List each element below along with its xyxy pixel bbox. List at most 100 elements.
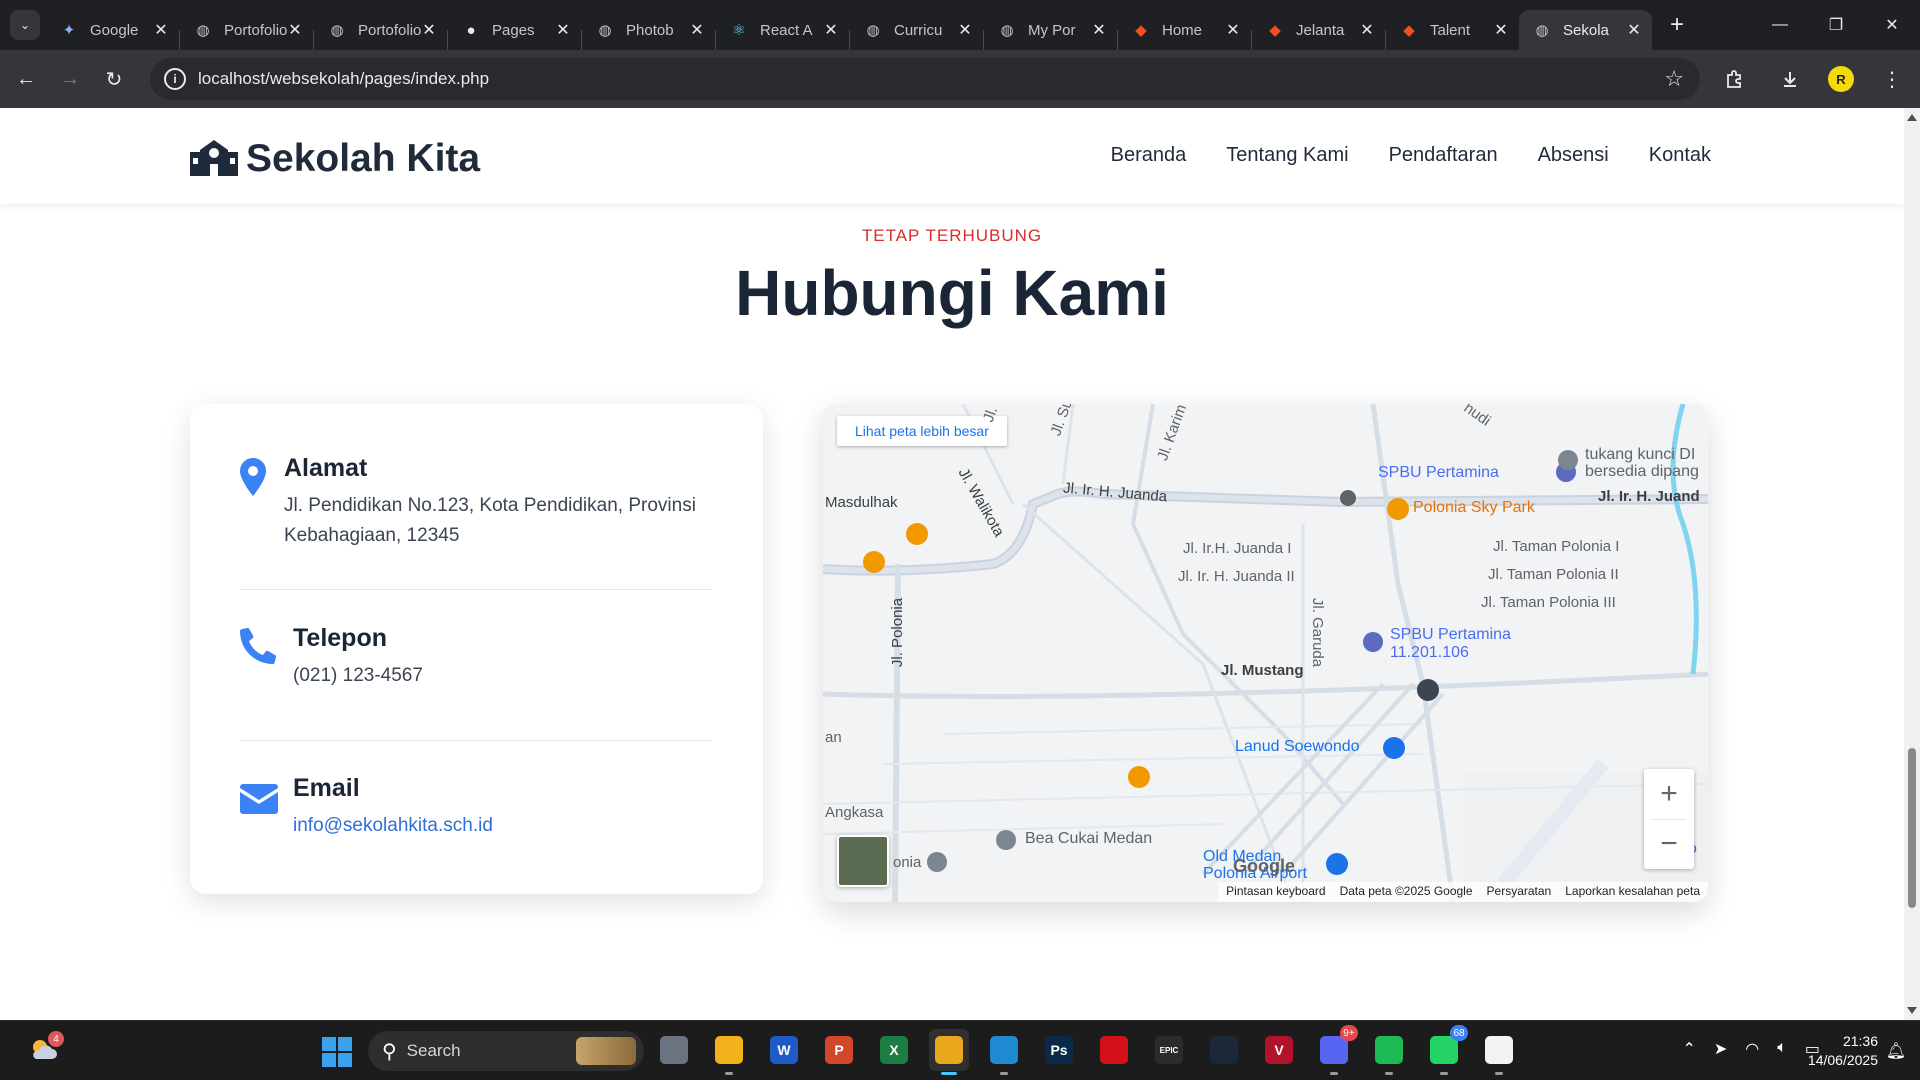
nav-link-kontak[interactable]: Kontak (1649, 144, 1711, 167)
map-place[interactable]: SPBU Pertamina (1378, 464, 1499, 482)
close-tab-icon[interactable]: ✕ (689, 20, 705, 40)
weather-widget[interactable]: 4 (28, 1031, 64, 1065)
menu-kebab-icon[interactable]: ⋮ (1874, 61, 1910, 97)
download-icon[interactable] (1772, 61, 1808, 97)
close-tab-icon[interactable]: ✕ (957, 20, 973, 40)
excel-icon: X (880, 1036, 908, 1064)
close-tab-icon[interactable]: ✕ (823, 20, 839, 40)
nav-link-pendaftaran[interactable]: Pendaftaran (1389, 144, 1498, 167)
volume-icon[interactable]: 🔈︎ (1777, 1039, 1787, 1059)
close-tab-icon[interactable]: ✕ (1626, 20, 1642, 40)
report-error-link[interactable]: Laporkan kesalahan peta (1565, 884, 1700, 900)
close-tab-icon[interactable]: ✕ (287, 20, 303, 40)
weather-badge: 4 (48, 1031, 64, 1047)
back-button[interactable]: ← (8, 61, 44, 97)
nav-link-beranda[interactable]: Beranda (1111, 144, 1187, 167)
browser-tab[interactable]: ⚛ React A ✕ (716, 10, 849, 50)
keyboard-shortcuts-link[interactable]: Pintasan keyboard (1226, 884, 1325, 900)
restore-button[interactable]: ❐ (1808, 0, 1864, 50)
close-tab-icon[interactable]: ✕ (1091, 20, 1107, 40)
browser-tab[interactable]: ◍ Portofolio ✕ (314, 10, 447, 50)
close-tab-icon[interactable]: ✕ (153, 20, 169, 40)
new-tab-button[interactable]: + (1670, 11, 1684, 39)
url-text[interactable]: localhost/websekolah/pages/index.php (198, 69, 1664, 89)
excel-app-icon[interactable]: X (874, 1029, 914, 1071)
reload-button[interactable]: ↻ (96, 61, 132, 97)
system-clock[interactable]: 21:36 14/06/2025 (1808, 1032, 1878, 1070)
spotify-app-icon[interactable] (1369, 1029, 1409, 1075)
chrome-app-icon[interactable] (929, 1029, 969, 1075)
powerpoint-app-icon[interactable]: P (819, 1029, 859, 1071)
browser-tab[interactable]: ◆ Talent ✕ (1386, 10, 1519, 50)
browser-tab[interactable]: ◍ Curricu ✕ (850, 10, 983, 50)
nav-link-tentang-kami[interactable]: Tentang Kami (1226, 144, 1348, 167)
browser-tab[interactable]: ◍ My Por ✕ (984, 10, 1117, 50)
embedded-map[interactable]: Lihat peta lebih besar Masdulhak Jl. Ir.… (823, 404, 1708, 902)
scrollbar-thumb[interactable] (1908, 748, 1916, 908)
view-larger-map-link[interactable]: Lihat peta lebih besar (837, 416, 1007, 446)
tab-strip: ✦ Google ✕ ◍ Portofolio ✕ ◍ Portofolio ✕ ● Pages ✕ ◍… (46, 0, 1652, 50)
map-place[interactable]: Lanud Soewondo (1235, 738, 1360, 756)
profile-avatar[interactable]: R (1828, 66, 1854, 92)
map-place[interactable]: Bea Cukai Medan (1025, 830, 1152, 848)
location-icon[interactable]: ➤ (1714, 1039, 1727, 1059)
site-info-icon[interactable]: i (164, 68, 186, 90)
bookmark-star-icon[interactable]: ☆ (1664, 66, 1684, 92)
map-place[interactable]: Polonia Sky Park (1413, 499, 1535, 517)
page-scrollbar[interactable] (1904, 108, 1920, 1020)
address-bar[interactable]: i localhost/websekolah/pages/index.php ☆ (150, 58, 1700, 100)
browser-tab[interactable]: ◍ Portofolio ✕ (180, 10, 313, 50)
close-tab-icon[interactable]: ✕ (421, 20, 437, 40)
file-explorer-app-icon[interactable] (709, 1029, 749, 1075)
notepad-app-icon[interactable] (1479, 1029, 1519, 1075)
brand-logo[interactable]: Sekolah Kita (190, 136, 480, 181)
notification-bell-icon[interactable]: 🔔︎ (1886, 1041, 1906, 1061)
globe-icon: ◍ (1000, 22, 1014, 39)
browser-tab[interactable]: ✦ Google ✕ (46, 10, 179, 50)
map-layer-toggle[interactable] (837, 835, 889, 887)
map-place[interactable]: SPBU Pertamina 11.201.106 (1390, 626, 1540, 662)
epic-games-app-icon[interactable]: EPIC (1149, 1029, 1189, 1071)
extensions-icon[interactable] (1716, 61, 1752, 97)
close-tab-icon[interactable]: ✕ (555, 20, 571, 40)
envelope-icon (240, 784, 278, 819)
running-indicator (1000, 1072, 1008, 1075)
close-window-button[interactable]: ✕ (1864, 0, 1920, 50)
email-link[interactable]: info@sekolahkita.sch.id (293, 811, 710, 841)
photoshop-app-icon[interactable]: Ps (1039, 1029, 1079, 1071)
forward-button[interactable]: → (52, 61, 88, 97)
start-button[interactable] (322, 1037, 352, 1067)
chevron-up-icon[interactable]: ⌃ (1682, 1039, 1695, 1059)
map-place[interactable]: tukang kunci DI bersedia dipang (1585, 446, 1705, 480)
word-app-icon[interactable]: W (764, 1029, 804, 1071)
steam-app-icon[interactable] (1204, 1029, 1244, 1071)
tab-search-button[interactable]: ⌄ (10, 10, 40, 40)
discord-app-icon[interactable]: 9+ (1314, 1025, 1358, 1075)
browser-tab[interactable]: ◍ Sekola ✕ (1519, 10, 1652, 50)
browser-tab[interactable]: ● Pages ✕ (448, 10, 581, 50)
wifi-icon[interactable]: ◠ (1745, 1039, 1759, 1059)
browser-tab[interactable]: ◆ Jelanta ✕ (1252, 10, 1385, 50)
close-tab-icon[interactable]: ✕ (1225, 20, 1241, 40)
taskbar-search[interactable]: ⚲ Search (368, 1031, 644, 1071)
zoom-in-button[interactable]: + (1644, 769, 1694, 819)
browser-tab[interactable]: ◍ Photob ✕ (582, 10, 715, 50)
close-tab-icon[interactable]: ✕ (1493, 20, 1509, 40)
scroll-down-arrow[interactable] (1907, 1007, 1917, 1014)
close-tab-icon[interactable]: ✕ (1359, 20, 1375, 40)
minimize-button[interactable]: — (1752, 0, 1808, 50)
map-label: Jl. Ir. H. Juand (1598, 488, 1700, 505)
task-view-app-icon[interactable] (654, 1029, 694, 1071)
zoom-out-button[interactable]: − (1644, 819, 1694, 869)
address-value: Jl. Pendidikan No.123, Kota Pendidikan, … (284, 495, 696, 546)
browser-tab[interactable]: ◆ Home ✕ (1118, 10, 1251, 50)
valorant-app-icon[interactable]: V (1259, 1029, 1299, 1071)
scroll-up-arrow[interactable] (1907, 114, 1917, 121)
whatsapp-app-icon[interactable]: 68 (1424, 1025, 1468, 1075)
terms-link[interactable]: Persyaratan (1487, 884, 1552, 900)
vscode-app-icon[interactable] (984, 1029, 1024, 1075)
nav-link-absensi[interactable]: Absensi (1538, 144, 1609, 167)
app-red-app-icon[interactable] (1094, 1029, 1134, 1071)
search-placeholder: Search (406, 1041, 461, 1060)
map-label: Jl. Ir.H. Juanda I (1183, 540, 1292, 557)
